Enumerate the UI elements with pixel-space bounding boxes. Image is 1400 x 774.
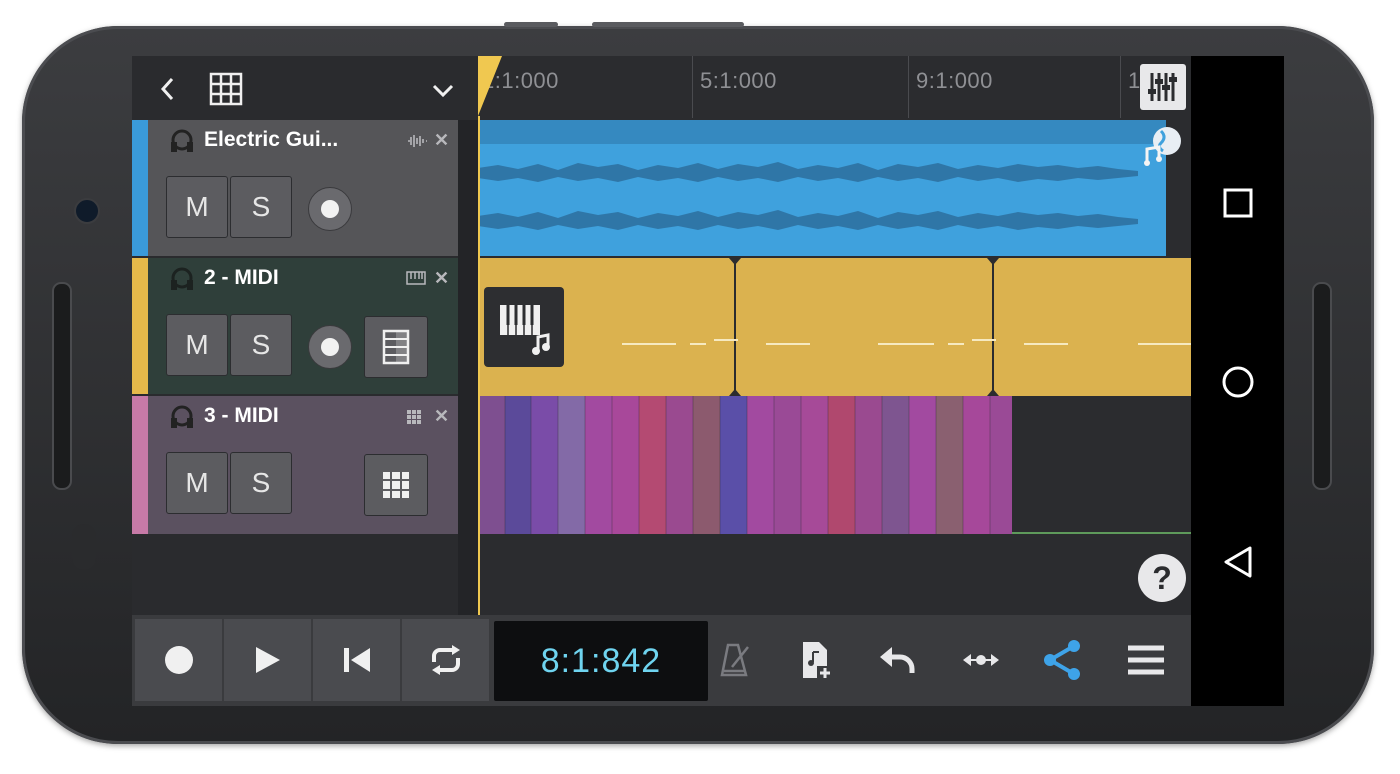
input-monitor-icon[interactable] <box>168 404 196 432</box>
skip-start-icon <box>343 648 370 672</box>
midi-lane-3[interactable] <box>478 396 1191 536</box>
grid-icon[interactable] <box>208 71 244 107</box>
track-color-stripe <box>132 120 148 256</box>
play-button[interactable] <box>224 619 311 701</box>
input-monitor-icon[interactable] <box>168 266 196 294</box>
close-icon[interactable]: ✕ <box>434 406 449 427</box>
track-name[interactable]: 3 - MIDI <box>204 404 279 428</box>
solo-button[interactable]: S <box>230 452 292 514</box>
playhead-line <box>478 116 480 616</box>
mute-button[interactable]: M <box>166 314 228 376</box>
transport-bar: 8:1:842 <box>132 615 1191 706</box>
midi-lane-2[interactable] <box>478 258 1191 396</box>
close-icon[interactable]: ✕ <box>434 268 449 289</box>
screen: 1:1:000 5:1:000 9:1:000 13 Electric Gui.… <box>132 56 1284 706</box>
waveform <box>478 162 1138 230</box>
record-arm-button[interactable] <box>308 187 352 231</box>
time-counter[interactable]: 8:1:842 <box>494 621 708 701</box>
home-icon <box>1222 366 1254 398</box>
menu-button[interactable] <box>1123 637 1169 683</box>
undo-button[interactable] <box>874 637 920 683</box>
menu-icon <box>1128 645 1164 675</box>
right-speaker <box>1312 282 1332 490</box>
audio-track-icon <box>408 135 427 147</box>
mixer-icon[interactable] <box>1140 64 1186 110</box>
volume-button <box>592 22 744 27</box>
header-divider <box>458 120 478 615</box>
track-color-stripe <box>132 396 148 534</box>
instrument-button[interactable] <box>364 316 428 378</box>
timeline-ruler[interactable]: 1:1:000 5:1:000 9:1:000 13 <box>478 56 1191 120</box>
metronome-button[interactable] <box>712 637 758 683</box>
undo-icon <box>880 647 915 673</box>
ruler-tick <box>692 56 693 118</box>
track-name[interactable]: Electric Gui... <box>204 128 338 152</box>
left-speaker <box>52 282 72 490</box>
input-monitor-icon[interactable] <box>168 128 196 156</box>
back-icon[interactable] <box>152 74 182 104</box>
back-nav-button[interactable] <box>1221 545 1255 579</box>
solo-button[interactable]: S <box>230 314 292 376</box>
audio-lane[interactable] <box>478 120 1191 258</box>
solo-button[interactable]: S <box>230 176 292 238</box>
piano-track-icon <box>406 271 426 285</box>
chevron-down-icon[interactable] <box>428 76 458 106</box>
rewind-button[interactable] <box>313 619 400 701</box>
mute-button[interactable]: M <box>166 452 228 514</box>
empty-lane-area <box>478 536 1191 615</box>
share-icon <box>1044 640 1080 680</box>
audio-clip[interactable] <box>478 120 1181 256</box>
track-header-3[interactable]: 3 - MIDI ✕ M S <box>132 396 458 534</box>
loop-icon <box>431 645 460 675</box>
drum-pad-icon <box>407 410 421 424</box>
drum-pad-icon <box>383 472 409 498</box>
new-file-button[interactable] <box>793 637 839 683</box>
power-button <box>504 22 558 27</box>
record-button[interactable] <box>135 619 222 701</box>
ruler-tick <box>1120 56 1121 118</box>
keyboard-icon <box>382 329 410 365</box>
back-triangle-icon <box>1224 546 1252 578</box>
track-header-2[interactable]: 2 - MIDI ✕ M S <box>132 258 458 394</box>
recents-icon <box>1223 188 1253 218</box>
ruler-mark: 5:1:000 <box>700 68 777 93</box>
zoom-fit-icon <box>963 654 999 666</box>
metronome-icon <box>720 643 749 677</box>
midi-notes <box>622 339 1191 345</box>
share-button[interactable] <box>1039 637 1085 683</box>
audio-library-icon[interactable] <box>1140 122 1186 168</box>
record-icon <box>164 646 193 674</box>
play-icon <box>255 647 280 673</box>
instrument-button[interactable] <box>364 454 428 516</box>
track-color-stripe <box>132 258 148 394</box>
record-arm-button[interactable] <box>308 325 352 369</box>
ruler-mark: 9:1:000 <box>916 68 993 93</box>
home-button[interactable] <box>1221 365 1255 399</box>
recents-button[interactable] <box>1221 186 1255 220</box>
zoom-fit-button[interactable] <box>958 637 1004 683</box>
front-camera <box>74 198 100 224</box>
ruler-tick <box>908 56 909 118</box>
drum-clips[interactable] <box>478 396 1191 536</box>
system-nav-bar <box>1191 56 1284 706</box>
sensor <box>72 524 96 570</box>
track-name[interactable]: 2 - MIDI <box>204 266 279 290</box>
track-header-bar <box>132 56 478 120</box>
track-header-1[interactable]: Electric Gui... ✕ M S <box>132 120 458 256</box>
mute-button[interactable]: M <box>166 176 228 238</box>
new-file-icon <box>803 642 830 678</box>
help-icon[interactable]: ? <box>1138 554 1186 602</box>
empty-header-area <box>132 536 458 615</box>
app-area: 1:1:000 5:1:000 9:1:000 13 Electric Gui.… <box>132 56 1191 706</box>
instrument-clip-icon[interactable] <box>484 287 564 367</box>
loop-button[interactable] <box>402 619 489 701</box>
close-icon[interactable]: ✕ <box>434 130 449 151</box>
playhead-marker[interactable] <box>478 56 504 118</box>
